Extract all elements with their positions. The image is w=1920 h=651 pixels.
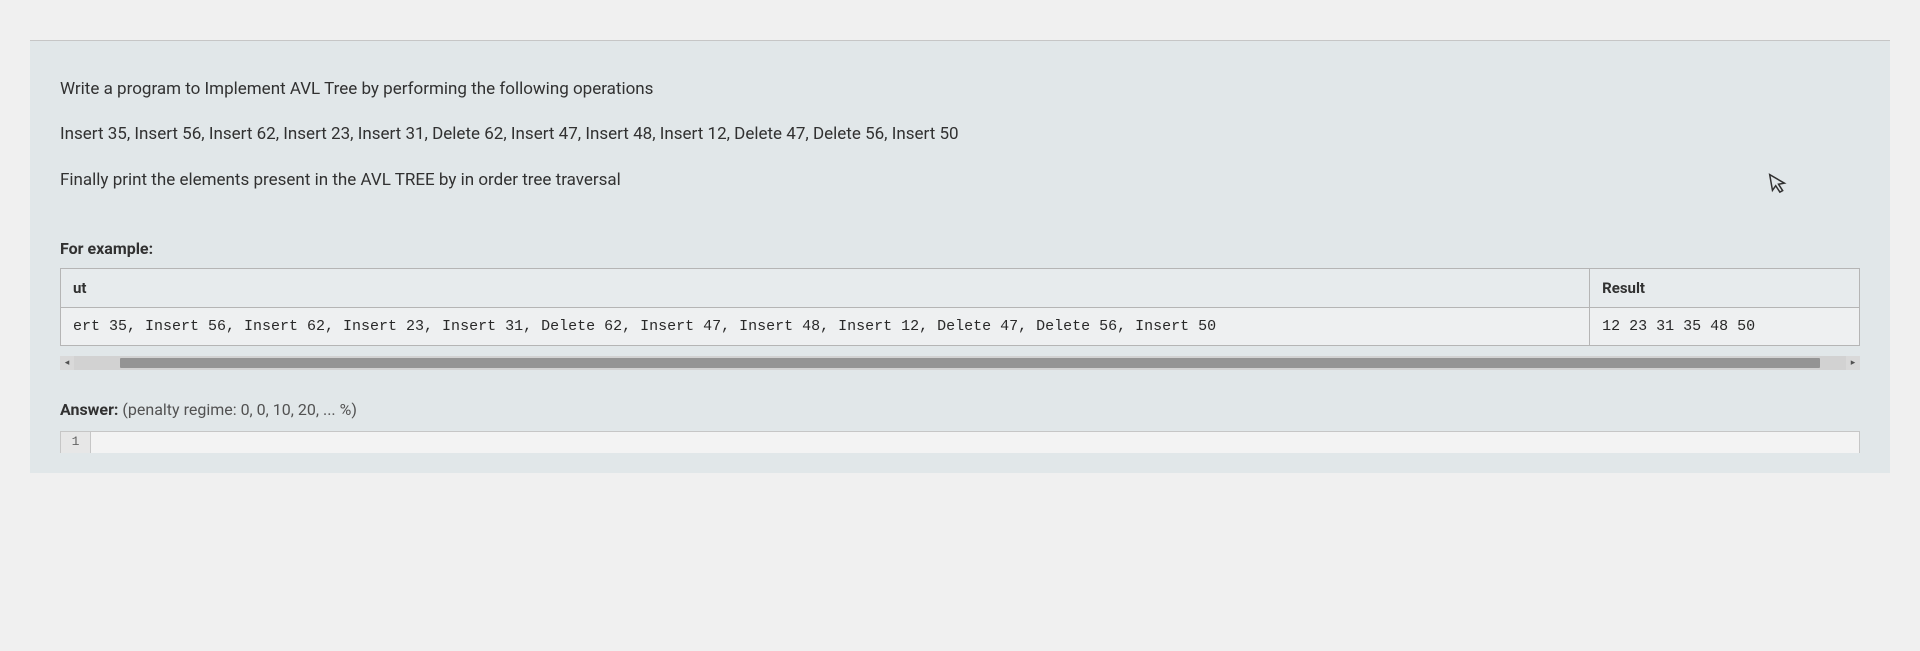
table-header-input: ut xyxy=(61,269,1590,308)
question-line-1: Write a program to Implement AVL Tree by… xyxy=(60,71,1860,108)
table-row: ert 35, Insert 56, Insert 62, Insert 23,… xyxy=(61,308,1860,346)
question-line-3: Finally print the elements present in th… xyxy=(60,162,1860,199)
example-section: For example: ut Result ert 35, Insert 56… xyxy=(30,239,1890,370)
code-input-area[interactable] xyxy=(91,432,1859,453)
line-number: 1 xyxy=(61,432,91,453)
table-header-result: Result xyxy=(1590,269,1860,308)
scroll-right-arrow-icon[interactable]: ▸ xyxy=(1846,356,1860,370)
scroll-thumb[interactable] xyxy=(120,358,1820,368)
answer-label-row: Answer: (penalty regime: 0, 0, 10, 20, .… xyxy=(60,400,1860,419)
question-panel: Write a program to Implement AVL Tree by… xyxy=(30,40,1890,473)
question-text-block: Write a program to Implement AVL Tree by… xyxy=(30,71,1890,199)
answer-section: Answer: (penalty regime: 0, 0, 10, 20, .… xyxy=(30,400,1890,453)
penalty-regime: (penalty regime: 0, 0, 10, 20, ... %) xyxy=(122,400,356,419)
table-cell-result: 12 23 31 35 48 50 xyxy=(1590,308,1860,346)
horizontal-scrollbar[interactable]: ◂ ▸ xyxy=(60,356,1860,370)
example-table: ut Result ert 35, Insert 56, Insert 62, … xyxy=(60,268,1860,346)
code-editor[interactable]: 1 xyxy=(60,431,1860,453)
example-table-wrapper: ut Result ert 35, Insert 56, Insert 62, … xyxy=(60,268,1860,370)
table-cell-input: ert 35, Insert 56, Insert 62, Insert 23,… xyxy=(61,308,1590,346)
question-line-2: Insert 35, Insert 56, Insert 62, Insert … xyxy=(60,116,1860,153)
scroll-left-arrow-icon[interactable]: ◂ xyxy=(60,356,74,370)
example-label: For example: xyxy=(60,239,1860,258)
answer-label: Answer: xyxy=(60,400,118,419)
